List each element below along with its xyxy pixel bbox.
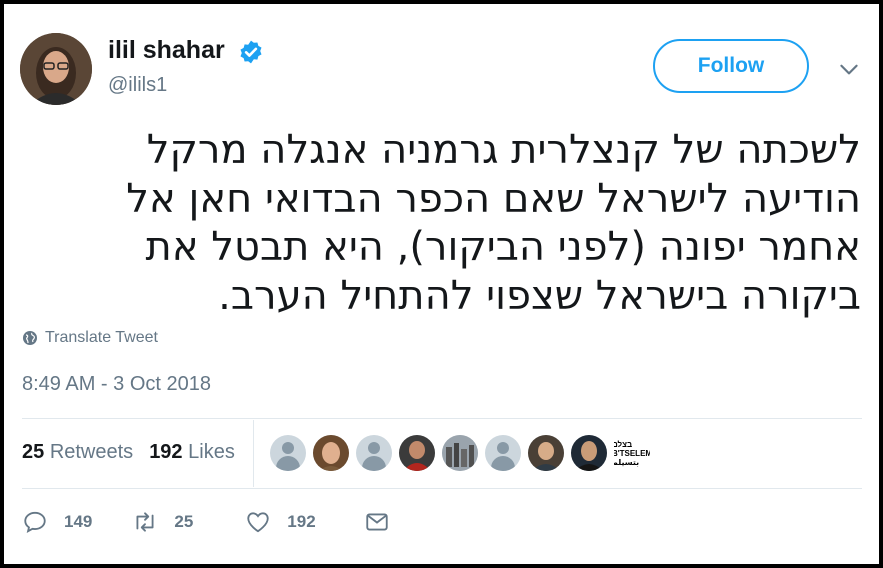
liker-avatar[interactable] [442, 435, 478, 471]
envelope-icon [366, 513, 388, 531]
divider [22, 418, 862, 419]
translate-label[interactable]: Translate Tweet [45, 329, 158, 347]
like-count: 192 [287, 512, 316, 531]
tweet-stats: 25 Retweets 192 Likes [22, 441, 235, 464]
tweet-text: לשכתה של קנצלרית גרמניה אנגלה מרקל הודיע… [126, 127, 861, 319]
retweets-count: 25 [22, 441, 45, 463]
author-display-name[interactable]: ilil shahar [108, 36, 225, 65]
divider [22, 488, 862, 489]
liker-avatar[interactable] [313, 435, 349, 471]
author-handle[interactable]: @ilils1 [108, 74, 167, 97]
translate-tweet-link[interactable]: Translate Tweet [22, 329, 158, 347]
stats-separator [253, 420, 254, 487]
reply-count: 149 [64, 512, 93, 531]
likes-stat[interactable]: 192 Likes [149, 441, 235, 464]
follow-button[interactable]: Follow [653, 39, 809, 93]
liker-avatars: בצלם B'TSELEM بتسيلم [270, 435, 650, 471]
chevron-down-icon[interactable] [836, 56, 862, 82]
like-button[interactable]: 192 [245, 509, 316, 535]
tweet-timestamp[interactable]: 8:49 AM - 3 Oct 2018 [22, 373, 211, 396]
likes-count: 192 [149, 441, 183, 463]
likes-label: Likes [188, 441, 235, 463]
retweets-stat[interactable]: 25 Retweets [22, 441, 133, 464]
liker-avatar-btselem-logo[interactable]: בצלם B'TSELEM بتسيلم [614, 435, 650, 471]
retweet-button[interactable]: 25 [132, 509, 193, 535]
globe-icon [23, 331, 37, 345]
retweets-label: Retweets [49, 441, 134, 463]
author-avatar[interactable] [20, 33, 92, 105]
tweet-actions: 149 25 192 [22, 509, 390, 535]
liker-avatar[interactable] [356, 435, 392, 471]
direct-message-button[interactable] [364, 509, 390, 535]
reply-icon [24, 511, 46, 534]
liker-avatar[interactable] [399, 435, 435, 471]
retweet-count: 25 [174, 512, 194, 531]
retweet-icon [136, 512, 154, 532]
liker-avatar[interactable] [485, 435, 521, 471]
heart-icon [247, 512, 269, 533]
reply-button[interactable]: 149 [22, 509, 92, 535]
liker-avatar[interactable] [528, 435, 564, 471]
liker-avatar[interactable] [571, 435, 607, 471]
verified-badge-icon [240, 40, 262, 64]
liker-avatar[interactable] [270, 435, 306, 471]
